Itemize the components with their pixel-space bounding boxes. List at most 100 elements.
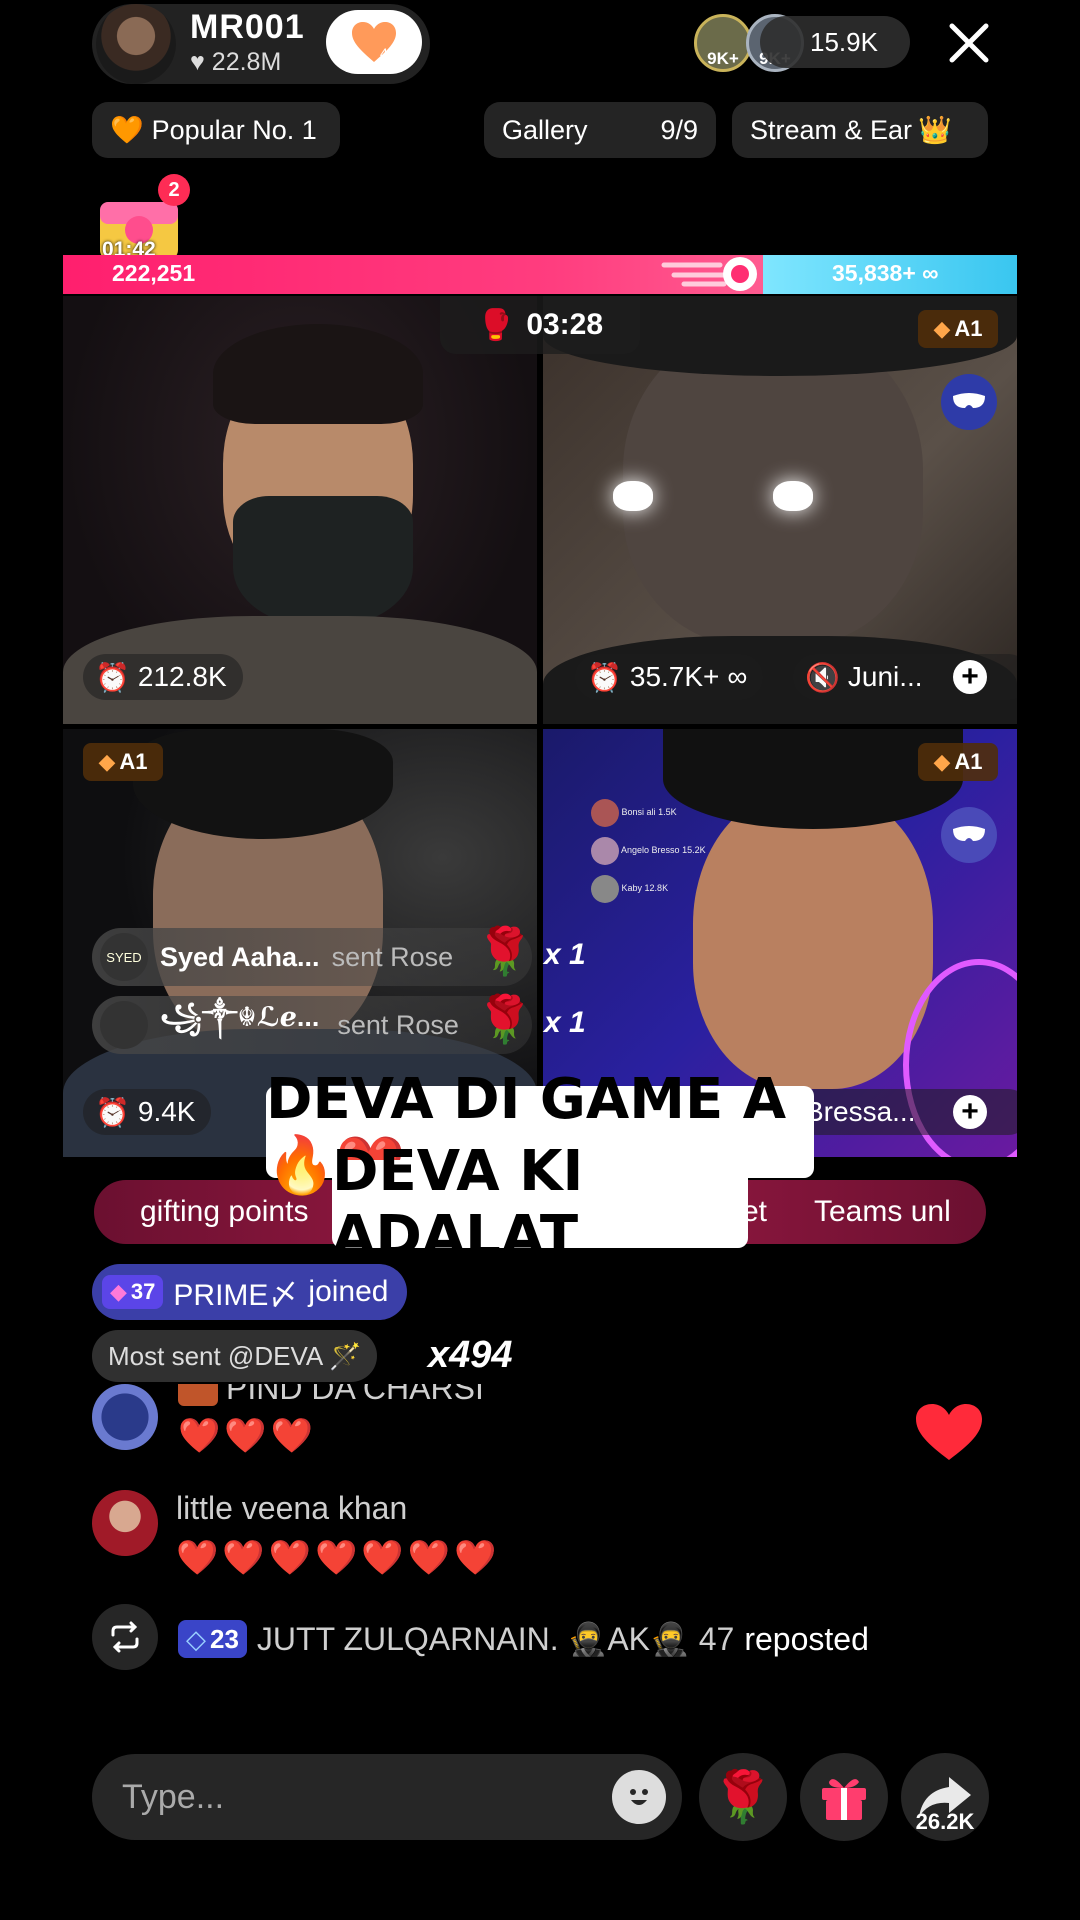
top-viewer-avatar-1[interactable]: 9K+ <box>694 14 752 72</box>
comment-item: PIND DA CHARSI ❤️❤️❤️ <box>92 1384 692 1464</box>
diamond-icon: ◆ <box>933 749 951 774</box>
boxing-gloves-icon: 🥊 <box>476 308 515 342</box>
gift-action: sent Rose <box>331 941 454 972</box>
battle-timer: 🥊 03:28 <box>440 296 640 354</box>
mask-icon[interactable] <box>941 807 997 863</box>
commenter-avatar[interactable] <box>92 1384 158 1450</box>
guest-name-value: Bressa... <box>805 1096 916 1127</box>
guest-face <box>693 789 933 1089</box>
guest-tile-1[interactable]: ⏰ 212.8K <box>63 296 537 724</box>
mask-icon: ∞ <box>915 260 939 286</box>
user-joined-pill[interactable]: ◆ 37 PRIME〆 joined <box>92 1264 407 1320</box>
mask-icon: ∞ <box>727 661 748 692</box>
smiley-face-icon <box>630 1789 648 1805</box>
diamond-icon: ◇ <box>186 1623 206 1654</box>
mini-ranking-list: Bonsi ali 1.5K Angelo Bresso 15.2K Kaby … <box>591 793 711 907</box>
follow-guest-button[interactable]: + <box>953 660 987 694</box>
commenter-name: PIND DA CHARSI <box>178 1384 484 1407</box>
guest-hair <box>213 324 423 424</box>
repost-icon <box>92 1604 158 1670</box>
rose-icon: 🌹 <box>711 1768 775 1825</box>
gift-sender-name: Syed Aaha... <box>160 941 320 972</box>
repost-notice: ◇ 23 JUTT ZULQARNAIN. 🥷AK🥷 47 reposted <box>178 1620 869 1658</box>
gallery-label: Gallery <box>502 114 588 145</box>
level-badge: ◆ 37 <box>102 1275 164 1309</box>
gift-button[interactable] <box>800 1753 888 1841</box>
right-team-score-value: 35,838+ <box>832 260 916 286</box>
level-value: 23 <box>210 1623 239 1654</box>
stream-earn-label: Stream & Ear <box>750 114 913 145</box>
viewer-count[interactable]: 15.9K <box>760 16 910 68</box>
host-avatar[interactable] <box>96 4 176 84</box>
comment-text: ❤️❤️❤️ <box>178 1417 318 1455</box>
gift-sender-avatar[interactable] <box>100 1001 148 1049</box>
diamond-icon: ◆ <box>933 316 951 341</box>
gift-notification: SYED Syed Aaha... sent Rose <box>92 928 532 986</box>
commenter-name: little veena khan <box>176 1490 408 1526</box>
follow-count: 4 <box>380 45 388 61</box>
mini-name: Kaby <box>621 883 643 893</box>
comment-input-placeholder: Type... <box>122 1777 225 1816</box>
gift-sender-avatar[interactable]: SYED <box>100 933 148 981</box>
mask-icon-svg <box>953 393 985 408</box>
mini-name: Bonsi ali <box>621 807 656 817</box>
gift-box-icon: ⏰ <box>587 661 622 693</box>
most-sent-count: x494 <box>428 1334 513 1376</box>
glowing-eye <box>773 481 813 511</box>
mini-score: 1.5K <box>658 807 677 817</box>
repost-action: reposted <box>744 1620 869 1657</box>
rank-label: A1 <box>954 749 983 774</box>
mask-icon-svg <box>953 826 985 841</box>
mute-icon: 🔇 <box>805 661 840 693</box>
flame-heart-icon: 🧡 <box>110 115 144 145</box>
rose-icon: 🌹 <box>476 993 534 1045</box>
level-value: 37 <box>130 1279 156 1304</box>
close-icon[interactable] <box>944 18 994 68</box>
mini-ranking-item: Kaby 12.8K <box>591 869 711 907</box>
rose-icon: 🌹 <box>476 925 534 977</box>
commenter-avatar[interactable] <box>92 1490 158 1556</box>
mini-avatar <box>591 874 619 903</box>
guest-tile-2[interactable]: ◆ A1 ⏰ 35.7K+ ∞ 🔇 Juni... + <box>543 296 1017 724</box>
gift-icon <box>822 1779 866 1820</box>
share-button[interactable]: 26.2K <box>901 1753 989 1841</box>
stream-earn-chip[interactable]: Stream & Ear 👑 <box>732 102 988 158</box>
face-mask <box>233 496 413 626</box>
gift-count: x 1 <box>544 938 586 971</box>
mask-icon[interactable] <box>941 374 997 430</box>
host-likes-value: 22.8M <box>211 48 282 76</box>
marquee-text-left: gifting points <box>140 1195 309 1228</box>
comment-item: little veena khan ❤️❤️❤️❤️❤️❤️❤️ <box>92 1490 792 1600</box>
diamond-icon: ◆ <box>110 1279 127 1304</box>
crown-icon: 👑 <box>918 115 952 145</box>
mini-score: 15.2K <box>682 845 706 855</box>
popular-rank-chip[interactable]: 🧡 Popular No. 1 <box>92 102 340 158</box>
repost-username: JUTT ZULQARNAIN. 🥷AK🥷 47 <box>256 1621 735 1657</box>
battle-timer-value: 03:28 <box>526 308 604 341</box>
comment-input[interactable]: Type... <box>92 1754 682 1840</box>
comment-text: ❤️❤️❤️❤️❤️❤️❤️ <box>176 1539 501 1577</box>
follow-guest-button[interactable]: + <box>953 1095 987 1129</box>
emoji-icon[interactable] <box>612 1770 666 1824</box>
mini-score: 12.8K <box>644 883 669 893</box>
gift-action: sent Rose <box>337 1009 459 1040</box>
most-sent-pill[interactable]: Most sent @DEVA 🪄 <box>92 1330 378 1382</box>
follow-button[interactable]: 4 <box>326 10 422 74</box>
guest-score-2: ⏰ 35.7K+ ∞ <box>575 654 764 700</box>
gallery-chip[interactable]: Gallery 9/9 <box>484 102 716 158</box>
mini-avatar <box>591 836 619 865</box>
gift-sender-name: ꧁༒☬ℒℯ... <box>160 1002 320 1032</box>
viewer-count-value: 15.9K <box>810 26 878 57</box>
guest-score-1: ⏰ 212.8K <box>83 654 243 700</box>
right-team-score: 35,838+ ∞ <box>832 260 939 287</box>
guest-score-value: 35.7K+ <box>629 661 720 692</box>
gift-box-icon: ⏰ <box>95 661 130 693</box>
gallery-count: 9/9 <box>660 114 698 145</box>
popular-rank-label: Popular No. 1 <box>151 114 317 145</box>
glowing-eye <box>613 481 653 511</box>
gift-notification: ꧁༒☬ℒℯ... sent Rose <box>92 996 532 1054</box>
rose-gift-button[interactable]: 🌹 <box>699 1753 787 1841</box>
mini-avatar <box>591 798 619 827</box>
heart-icon[interactable] <box>914 1402 984 1462</box>
joined-username: PRIME〆 <box>173 1279 299 1312</box>
